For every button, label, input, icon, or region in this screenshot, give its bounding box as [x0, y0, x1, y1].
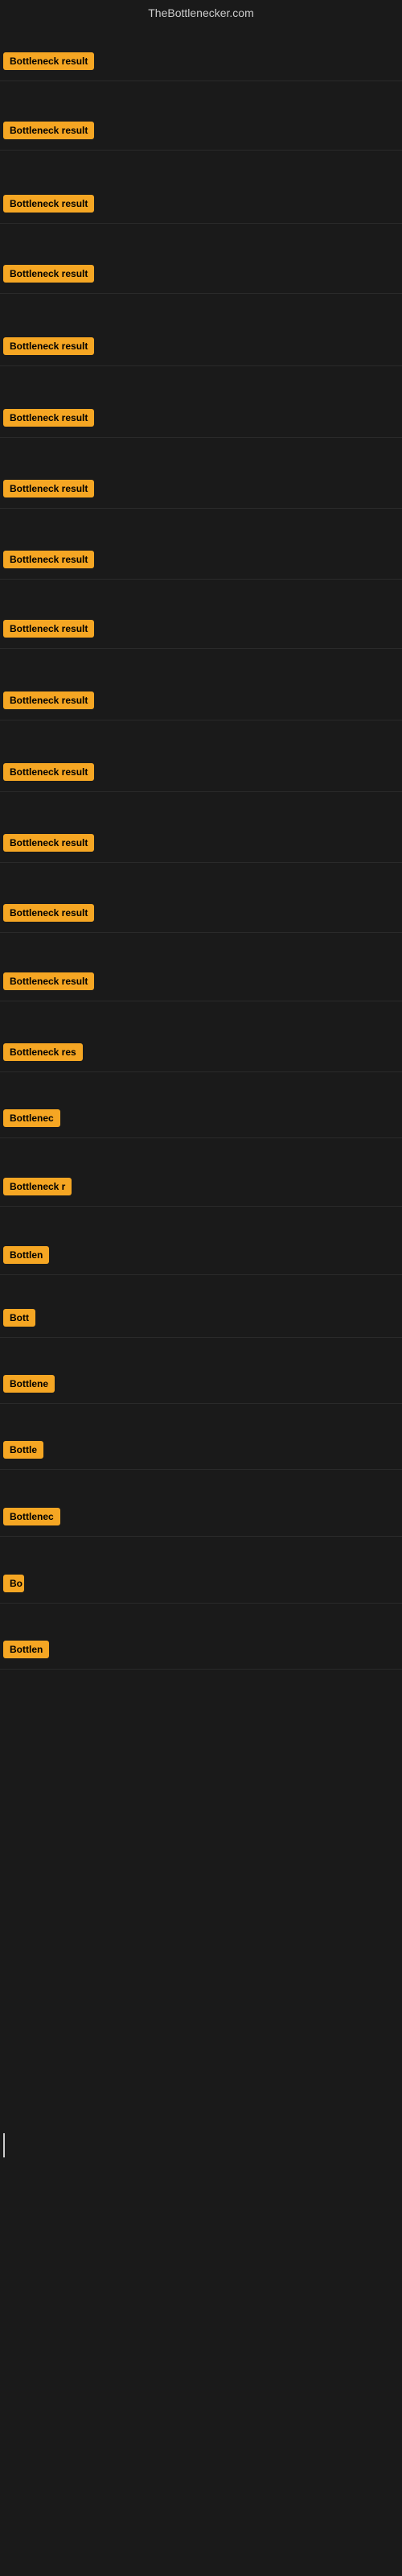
result-row-6[interactable]: Bottleneck result [0, 402, 402, 438]
cursor-indicator [3, 2133, 5, 2157]
result-row-11[interactable]: Bottleneck result [0, 757, 402, 792]
result-row-1[interactable]: Bottleneck result [0, 46, 402, 81]
bottleneck-badge-5: Bottleneck result [3, 337, 94, 355]
bottleneck-badge-17: Bottleneck r [3, 1178, 72, 1195]
result-row-3[interactable]: Bottleneck result [0, 188, 402, 224]
result-row-21[interactable]: Bottle [0, 1435, 402, 1470]
bottleneck-badge-13: Bottleneck result [3, 904, 94, 922]
bottleneck-badge-3: Bottleneck result [3, 195, 94, 213]
bottleneck-badge-15: Bottleneck res [3, 1043, 83, 1061]
result-row-9[interactable]: Bottleneck result [0, 613, 402, 649]
result-row-5[interactable]: Bottleneck result [0, 331, 402, 366]
result-row-2[interactable]: Bottleneck result [0, 115, 402, 151]
bottleneck-badge-19: Bott [3, 1309, 35, 1327]
bottleneck-badge-18: Bottlen [3, 1246, 49, 1264]
result-row-16[interactable]: Bottlenec [0, 1103, 402, 1138]
bottleneck-badge-23: Bo [3, 1575, 24, 1592]
result-row-18[interactable]: Bottlen [0, 1240, 402, 1275]
result-row-19[interactable]: Bott [0, 1302, 402, 1338]
result-row-17[interactable]: Bottleneck r [0, 1171, 402, 1207]
result-row-10[interactable]: Bottleneck result [0, 685, 402, 720]
result-row-15[interactable]: Bottleneck res [0, 1037, 402, 1072]
bottleneck-badge-12: Bottleneck result [3, 834, 94, 852]
bottleneck-badge-9: Bottleneck result [3, 620, 94, 638]
result-row-7[interactable]: Bottleneck result [0, 473, 402, 509]
result-row-4[interactable]: Bottleneck result [0, 258, 402, 294]
bottleneck-badge-24: Bottlen [3, 1641, 49, 1658]
bottleneck-badge-22: Bottlenec [3, 1508, 60, 1525]
bottleneck-badge-21: Bottle [3, 1441, 43, 1459]
result-row-23[interactable]: Bo [0, 1568, 402, 1604]
bottleneck-badge-20: Bottlene [3, 1375, 55, 1393]
bottleneck-badge-2: Bottleneck result [3, 122, 94, 139]
bottleneck-badge-7: Bottleneck result [3, 480, 94, 497]
result-row-8[interactable]: Bottleneck result [0, 544, 402, 580]
bottleneck-badge-8: Bottleneck result [3, 551, 94, 568]
bottleneck-badge-1: Bottleneck result [3, 52, 94, 70]
result-row-20[interactable]: Bottlene [0, 1368, 402, 1404]
result-row-14[interactable]: Bottleneck result [0, 966, 402, 1001]
bottleneck-badge-4: Bottleneck result [3, 265, 94, 283]
result-row-22[interactable]: Bottlenec [0, 1501, 402, 1537]
bottleneck-badge-11: Bottleneck result [3, 763, 94, 781]
bottleneck-badge-10: Bottleneck result [3, 691, 94, 709]
bottleneck-badge-6: Bottleneck result [3, 409, 94, 427]
site-title: TheBottlenecker.com [0, 0, 402, 27]
result-row-13[interactable]: Bottleneck result [0, 898, 402, 933]
result-row-24[interactable]: Bottlen [0, 1634, 402, 1670]
result-row-12[interactable]: Bottleneck result [0, 828, 402, 863]
bottleneck-badge-14: Bottleneck result [3, 972, 94, 990]
bottleneck-badge-16: Bottlenec [3, 1109, 60, 1127]
